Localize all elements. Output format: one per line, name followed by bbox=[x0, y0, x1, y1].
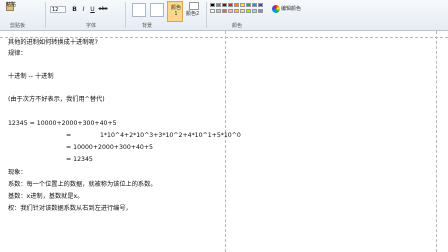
colors-group-label: 颜色 bbox=[232, 23, 243, 29]
color1-button[interactable]: 颜色1 bbox=[167, 1, 183, 22]
swatch-cream[interactable] bbox=[240, 9, 245, 13]
color1-label: 颜色1 bbox=[170, 5, 181, 17]
eq-mark: = bbox=[66, 132, 72, 139]
swatch-brown[interactable] bbox=[222, 9, 227, 13]
underline-button[interactable]: U bbox=[89, 6, 96, 13]
swatch-lightgray[interactable] bbox=[216, 9, 221, 13]
paste-label[interactable]: 粘贴 bbox=[6, 2, 16, 8]
font-group-label: 字体 bbox=[86, 23, 97, 29]
swatch-lime[interactable] bbox=[246, 9, 251, 13]
swatch-darkred[interactable] bbox=[222, 3, 227, 7]
color2-swatch bbox=[189, 2, 199, 10]
edit-colors-icon bbox=[272, 5, 280, 13]
group-separator bbox=[45, 2, 46, 28]
edit-colors-button[interactable]: 编辑颜色 bbox=[272, 2, 304, 18]
page-guide-right bbox=[436, 31, 437, 252]
text-line: 12345 = 10000+2000+300+40+5 bbox=[8, 120, 117, 127]
swatch-blue[interactable] bbox=[252, 3, 257, 7]
text-line: (由于次方不好表示，我们用^替代) bbox=[8, 96, 105, 103]
color2-label: 颜色2 bbox=[186, 11, 200, 17]
group-separator bbox=[206, 2, 207, 28]
group-separator bbox=[125, 2, 126, 28]
background-button[interactable] bbox=[132, 3, 146, 17]
text-line: = 10000+2000+300+40+5 bbox=[66, 144, 153, 151]
swatch-red[interactable] bbox=[228, 3, 233, 7]
text-line: 十进制 -- 十进制 bbox=[8, 73, 54, 80]
swatch-gold[interactable] bbox=[234, 9, 239, 13]
swatch-black[interactable] bbox=[210, 3, 215, 7]
page-guide-vertical bbox=[225, 31, 226, 252]
color2-button[interactable]: 颜色2 bbox=[186, 2, 202, 20]
swatch-green[interactable] bbox=[246, 3, 251, 7]
swatch-indigo[interactable] bbox=[258, 3, 263, 7]
color-palette[interactable] bbox=[210, 3, 266, 17]
swatch-lightblue[interactable] bbox=[252, 9, 257, 13]
edit-colors-label: 编辑颜色 bbox=[281, 6, 302, 12]
swatch-orange[interactable] bbox=[234, 3, 239, 7]
text-line: 系数：每一个位置上的数据，就被称为该位上的系数。 bbox=[8, 181, 157, 188]
italic-button[interactable]: I bbox=[80, 6, 87, 13]
bold-button[interactable]: B bbox=[71, 6, 78, 13]
swatch-slate[interactable] bbox=[258, 9, 263, 13]
text-line: 权：我们针对该数据系数从右到左进行编号， bbox=[8, 205, 132, 212]
swatch-pink[interactable] bbox=[228, 9, 233, 13]
clipboard-group-label: 剪贴板 bbox=[10, 23, 26, 29]
swatch-white[interactable] bbox=[210, 9, 215, 13]
ribbon-toolbar: 粘贴 剪贴板 12 B I U abc 字体 背景 颜色1 颜色2 颜色 编辑颜… bbox=[0, 0, 448, 31]
swatch-yellow[interactable] bbox=[240, 3, 245, 7]
text-line: 现象： bbox=[8, 169, 27, 176]
strikethrough-button[interactable]: abc bbox=[98, 6, 108, 13]
background-button-2[interactable] bbox=[150, 3, 164, 17]
text-line: 规律： bbox=[8, 50, 27, 57]
text-line: 1*10^4+2*10^3+3*10^2+4*10^1+5*10^0 bbox=[100, 132, 241, 139]
text-line: 其他的进制如何转换成十进制呢? bbox=[8, 39, 98, 46]
document-canvas[interactable]: 其他的进制如何转换成十进制呢? 规律： 十进制 -- 十进制 (由于次方不好表示… bbox=[0, 31, 448, 252]
text-line: = 12345 bbox=[66, 156, 93, 163]
text-line: 基数：x进制，基数就是x。 bbox=[8, 193, 84, 200]
font-size-select[interactable]: 12 bbox=[50, 6, 66, 13]
swatch-gray[interactable] bbox=[216, 3, 221, 7]
background-group-label: 背景 bbox=[142, 23, 153, 29]
page-guide-top bbox=[0, 37, 448, 38]
